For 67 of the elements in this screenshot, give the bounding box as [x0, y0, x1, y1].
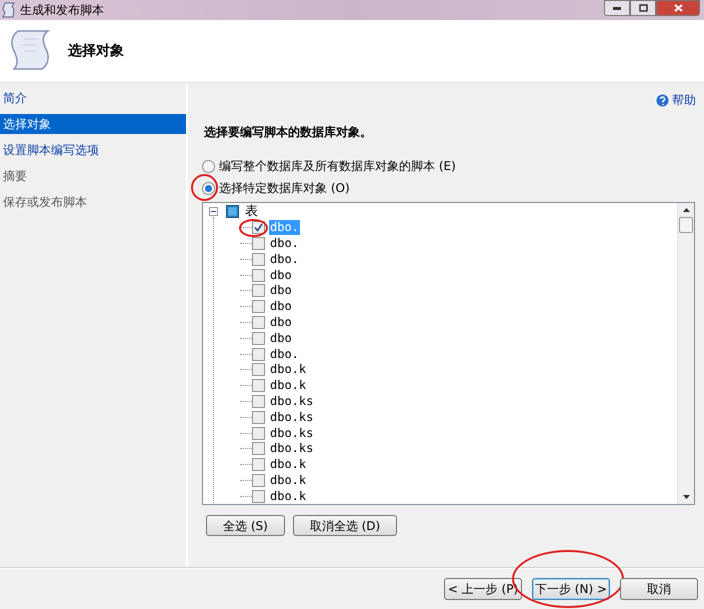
tree-item-label[interactable]: dbo.ks	[269, 426, 314, 441]
help-icon	[656, 94, 669, 106]
help-link[interactable]: 帮助	[656, 91, 696, 109]
collapse-icon[interactable]	[209, 207, 218, 216]
sidebar-item[interactable]: 简介	[0, 88, 186, 108]
checkbox[interactable]	[252, 300, 265, 314]
tree-item-label[interactable]: dbo	[269, 283, 293, 298]
checkbox[interactable]	[252, 363, 265, 376]
scroll-thumb[interactable]	[679, 217, 693, 233]
sidebar-item[interactable]: 选择对象	[0, 114, 186, 134]
checkbox[interactable]	[252, 332, 265, 345]
scroll-icon	[2, 2, 16, 18]
page-title: 选择对象	[68, 42, 124, 60]
nav-button[interactable]: 取消	[620, 578, 698, 600]
tree-item-label[interactable]: dbo	[269, 299, 293, 314]
checkbox[interactable]	[252, 221, 265, 234]
radio-button[interactable]	[202, 160, 215, 172]
sidebar-item[interactable]: 摘要	[0, 166, 186, 186]
maximize-icon	[638, 4, 648, 12]
close-button[interactable]	[656, 0, 700, 16]
tree-item-label[interactable]: dbo.	[269, 252, 300, 267]
tree-item-label[interactable]: dbo.k	[269, 457, 308, 472]
tree-node-label[interactable]: 表	[245, 204, 258, 219]
tree-item-label[interactable]: dbo.k	[269, 378, 308, 394]
tree-item-label[interactable]: dbo	[269, 314, 293, 330]
checkbox[interactable]	[252, 316, 265, 329]
tree-item-label[interactable]: dbo	[269, 330, 293, 346]
radio-button[interactable]	[202, 182, 215, 194]
maximize-button[interactable]	[630, 0, 656, 16]
checkbox[interactable]	[252, 394, 265, 408]
tree-item-label[interactable]: dbo.ks	[269, 410, 314, 425]
sidebar-item[interactable]: 设置脚本编写选项	[0, 140, 186, 160]
scrollbar[interactable]	[677, 203, 694, 504]
nav-button[interactable]: 下一步 (N) >	[532, 578, 610, 600]
tree-item-label[interactable]: dbo.k	[269, 362, 308, 378]
tree-item-label[interactable]: dbo.ks	[269, 394, 314, 409]
checkbox[interactable]	[252, 236, 265, 250]
tree-item-label[interactable]: dbo.k	[269, 488, 308, 504]
checkbox[interactable]	[252, 474, 265, 487]
window-title: 生成和发布脚本	[20, 2, 104, 19]
option-label[interactable]: 编写整个数据库及所有数据库对象的脚本 (E)	[219, 157, 456, 175]
minimize-icon	[613, 6, 621, 10]
sidebar-item[interactable]: 保存或发布脚本	[0, 192, 186, 212]
checkbox[interactable]	[252, 284, 265, 298]
minimize-button[interactable]	[604, 0, 630, 16]
tree-item-label[interactable]: dbo.	[269, 346, 300, 362]
option-label[interactable]: 选择特定数据库对象 (O)	[219, 179, 350, 197]
checkbox[interactable]	[252, 348, 265, 361]
tree-item-label[interactable]: dbo.ks	[269, 441, 314, 456]
checkbox[interactable]	[252, 252, 265, 266]
checkbox[interactable]	[252, 458, 265, 472]
instruction-text: 选择要编写脚本的数据库对象。	[204, 124, 373, 141]
checkbox[interactable]	[252, 410, 265, 424]
select-button[interactable]: 全选 (S)	[206, 515, 285, 536]
tree-item-label[interactable]: dbo	[269, 268, 293, 283]
tree-item-label[interactable]: dbo.k	[269, 472, 308, 488]
tree-item-label[interactable]: dbo.	[269, 236, 300, 251]
object-tree[interactable]: 表 dbo. dbo. dbo. dbo dbo dbo dbo dbo dbo. dbo.k dbo.k dbo.ks dbo.ks dbo.ks dbo.ks dbo.k dbo.k dbo.k	[202, 202, 695, 505]
close-icon	[674, 4, 682, 12]
table-folder-icon	[226, 205, 239, 218]
select-button[interactable]: 取消全选 (D)	[292, 515, 398, 536]
checkbox[interactable]	[252, 442, 265, 456]
checkbox[interactable]	[252, 379, 265, 392]
checkbox[interactable]	[252, 490, 265, 503]
checkbox[interactable]	[252, 426, 265, 440]
scroll-icon	[10, 29, 50, 73]
checkbox[interactable]	[252, 268, 265, 282]
